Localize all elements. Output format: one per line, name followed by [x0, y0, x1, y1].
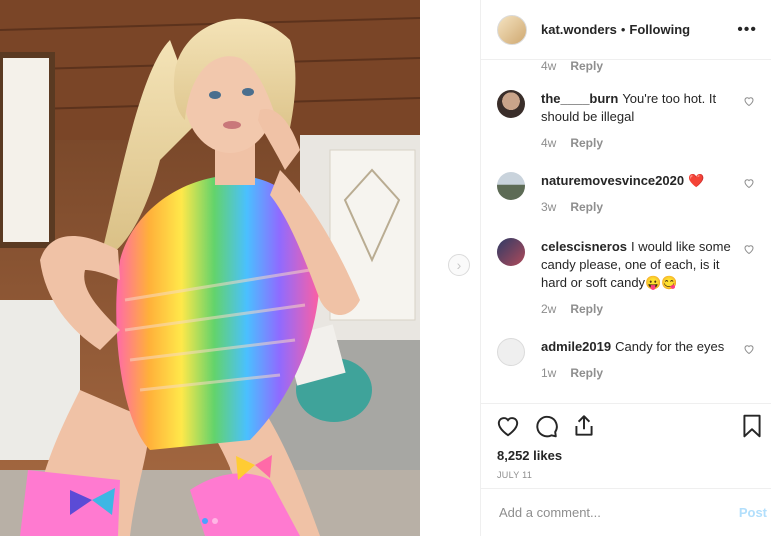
- like-count[interactable]: 8,252 likes: [497, 448, 562, 463]
- author-username[interactable]: kat.wonders: [541, 22, 617, 37]
- comment-input[interactable]: [497, 504, 721, 521]
- comment-body: the____burn You're too hot. It should be …: [541, 90, 731, 126]
- comment-time: 1w: [541, 366, 557, 380]
- post-actions: 8,252 likes JULY 11: [481, 403, 771, 480]
- share-icon[interactable]: [571, 413, 597, 439]
- post-photo[interactable]: [0, 0, 420, 536]
- like-icon[interactable]: [495, 413, 521, 439]
- comment-username[interactable]: admile2019: [541, 339, 611, 354]
- comment-time: 4w: [541, 136, 557, 150]
- bookmark-icon[interactable]: [739, 413, 765, 439]
- comment-username[interactable]: naturemovesvince2020: [541, 173, 684, 188]
- comment-item: naturemovesvince2020 ❤️ 3w Reply: [497, 172, 755, 214]
- comment-username[interactable]: celescisneros: [541, 239, 627, 254]
- reply-button[interactable]: Reply: [570, 366, 603, 380]
- comment-avatar[interactable]: [497, 238, 525, 266]
- like-comment-icon[interactable]: [743, 95, 755, 107]
- carousel-dot-active: [202, 518, 208, 524]
- comment-item: the____burn You're too hot. It should be …: [497, 90, 755, 150]
- more-options-icon[interactable]: •••: [737, 21, 757, 39]
- comment-avatar[interactable]: [497, 90, 525, 118]
- comment-item: celescisneros I would like some candy ple…: [497, 238, 755, 316]
- comment-time: 2w: [541, 302, 557, 316]
- action-bar: [481, 404, 771, 448]
- following-button[interactable]: Following: [629, 22, 690, 37]
- comment-list[interactable]: 4w Reply the____burn You're too hot. It sh…: [481, 60, 771, 403]
- like-comment-icon[interactable]: [743, 177, 755, 189]
- comment-meta: 1w Reply: [541, 366, 755, 380]
- reply-button[interactable]: Reply: [570, 136, 603, 150]
- post-sidebar: kat.wonders • Following ••• 4w Reply the_…: [480, 0, 771, 536]
- comment-icon[interactable]: [533, 413, 559, 439]
- reply-button[interactable]: Reply: [570, 302, 603, 316]
- reply-button[interactable]: Reply: [570, 60, 603, 73]
- header-separator: •: [620, 22, 626, 37]
- like-comment-icon[interactable]: [743, 343, 755, 355]
- partial-comment-meta: 4w Reply: [541, 60, 603, 73]
- post-header: kat.wonders • Following •••: [481, 0, 771, 60]
- comment-item: admile2019 Candy for the eyes 1w Reply: [497, 338, 755, 380]
- comment-username[interactable]: the____burn: [541, 91, 618, 106]
- comment-body: admile2019 Candy for the eyes: [541, 338, 731, 356]
- comment-body: celescisneros I would like some candy ple…: [541, 238, 731, 292]
- comment-meta: 3w Reply: [541, 200, 755, 214]
- carousel-dot: [212, 518, 218, 524]
- comment-meta: 4w Reply: [541, 136, 755, 150]
- author-avatar[interactable]: [497, 14, 527, 45]
- reply-button[interactable]: Reply: [570, 200, 603, 214]
- post-date: JULY 11: [497, 470, 533, 480]
- comment-body: naturemovesvince2020 ❤️: [541, 172, 731, 190]
- comment-avatar[interactable]: [497, 172, 525, 200]
- comment-time: 3w: [541, 200, 557, 214]
- comment-composer: Post: [481, 488, 771, 536]
- carousel-indicator: [0, 518, 420, 524]
- post-image: [0, 0, 420, 536]
- like-comment-icon[interactable]: [743, 243, 755, 255]
- comment-meta: 2w Reply: [541, 302, 755, 316]
- next-slide-button[interactable]: ›: [448, 254, 470, 276]
- post-comment-button[interactable]: Post: [739, 505, 767, 520]
- comment-text: ❤️: [688, 173, 705, 188]
- comment-time: 4w: [541, 60, 557, 73]
- chevron-right-icon: ›: [456, 257, 462, 273]
- comment-text: Candy for the eyes: [615, 339, 725, 354]
- comment-avatar[interactable]: [497, 338, 525, 366]
